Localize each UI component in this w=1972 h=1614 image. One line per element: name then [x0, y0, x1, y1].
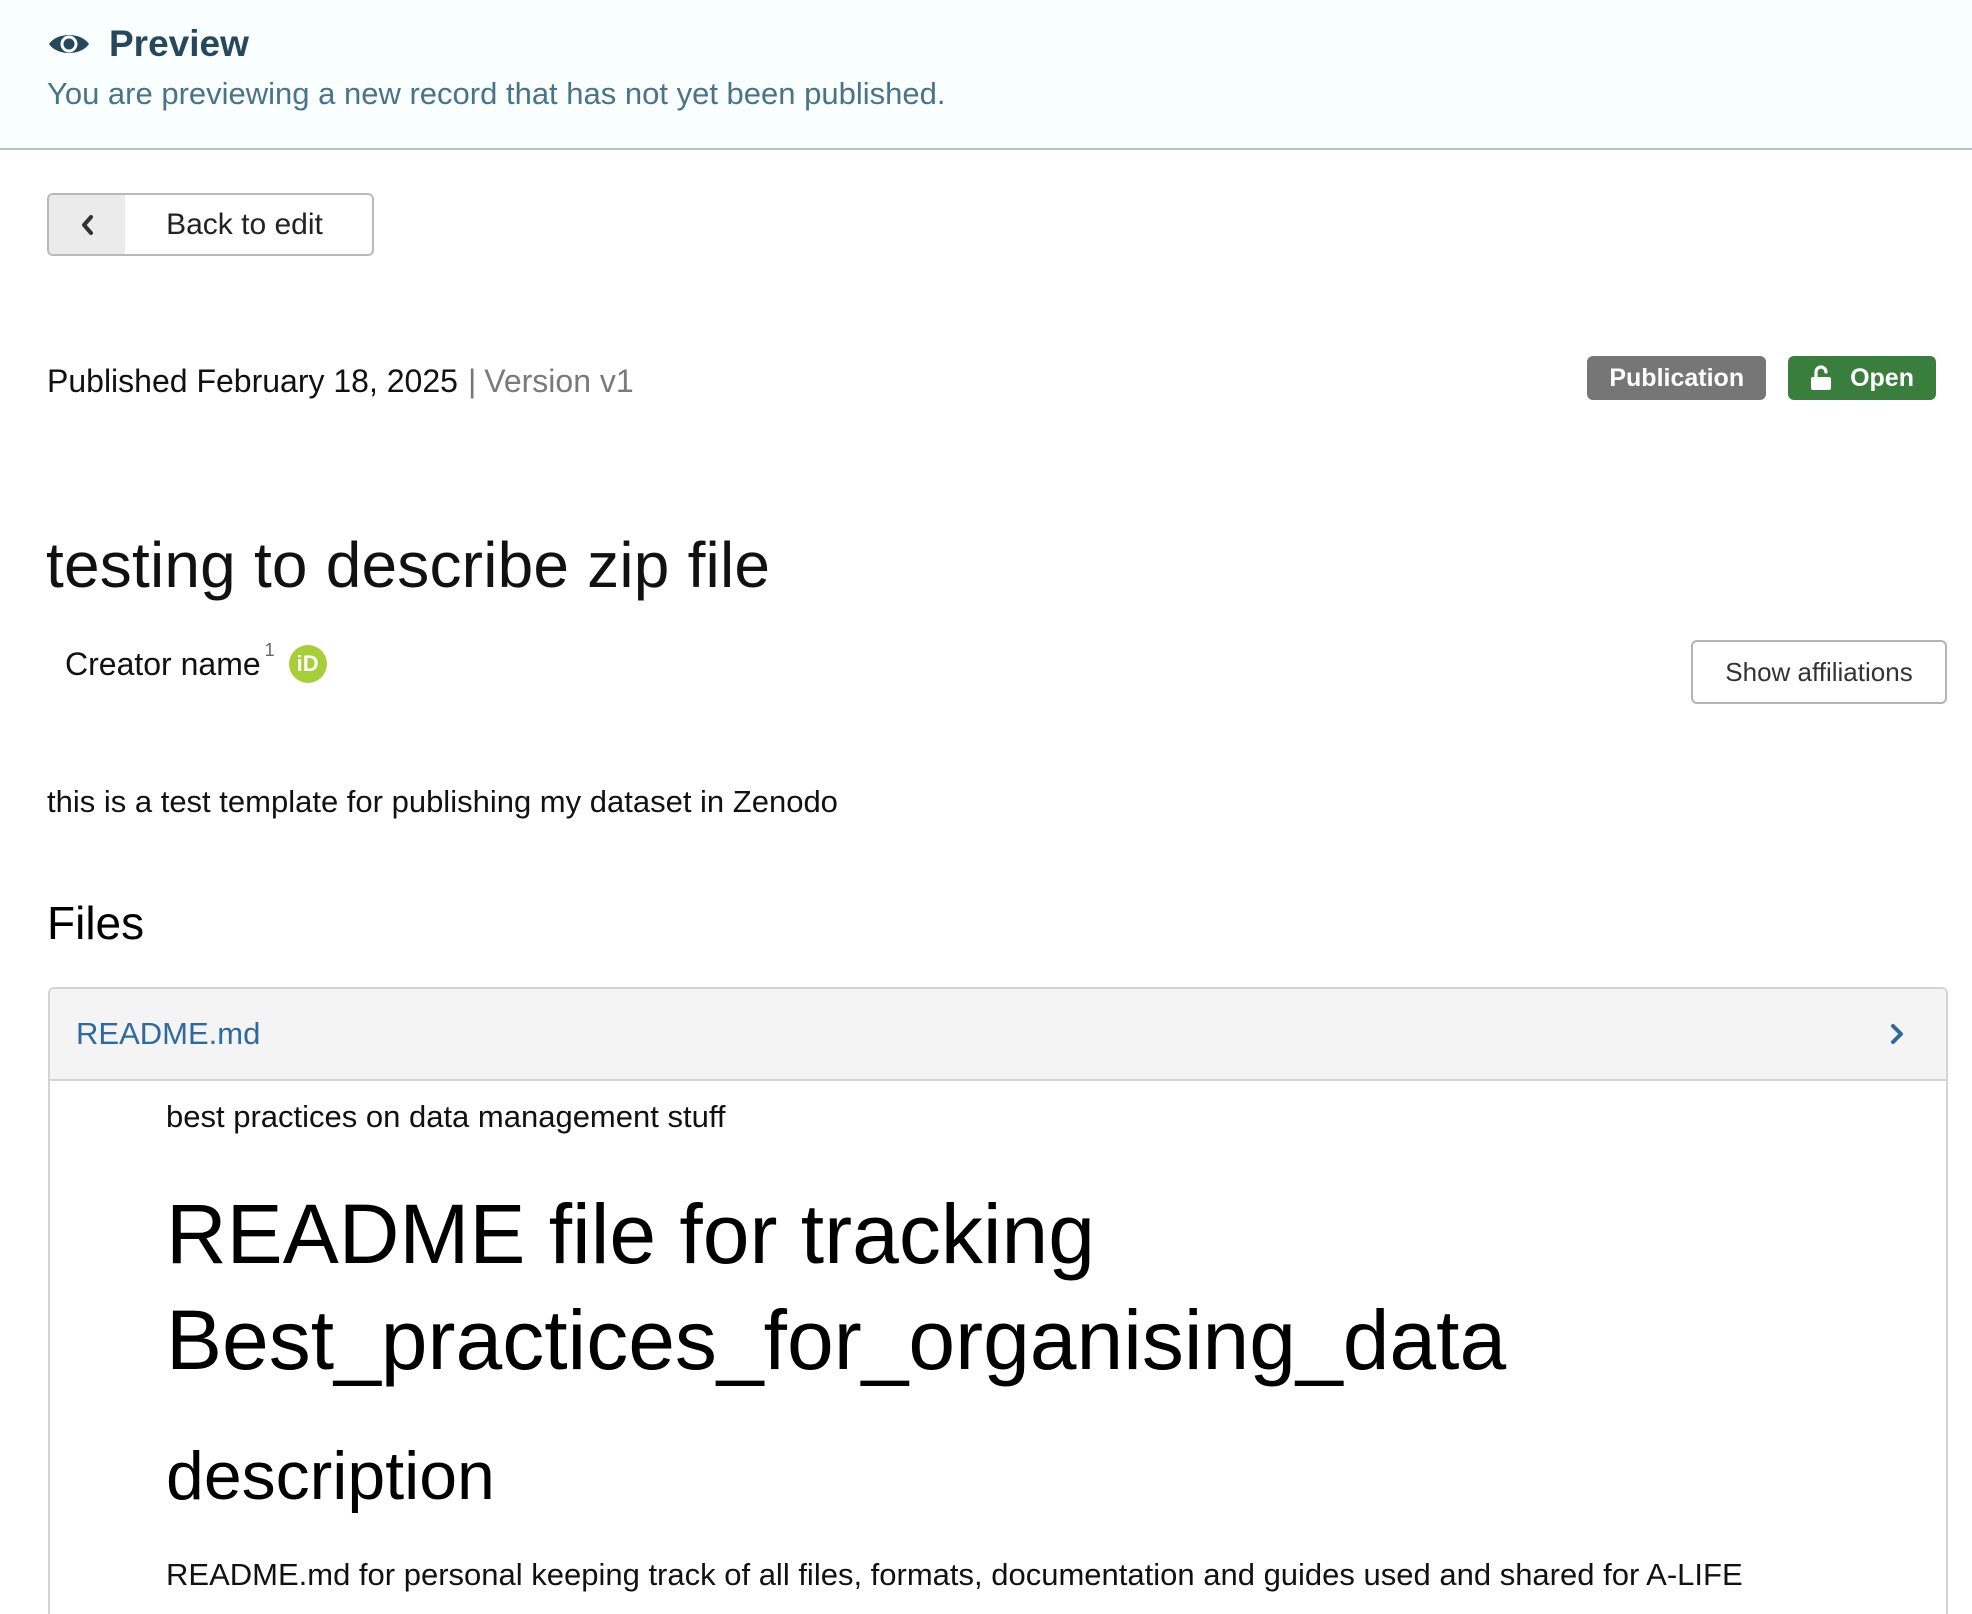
meta-separator: |: [467, 362, 477, 399]
files-heading: Files: [47, 897, 145, 949]
access-status-label: Open: [1850, 363, 1914, 392]
record-meta: Published February 18, 2025 | Version v1: [47, 358, 634, 404]
record-description: this is a test template for publishing m…: [47, 784, 838, 819]
version-label: Version v1: [484, 362, 634, 399]
back-to-edit-label: Back to edit: [166, 207, 323, 241]
access-status-badge: Open: [1788, 356, 1936, 400]
record-title: testing to describe zip file: [46, 529, 771, 601]
creator-name[interactable]: Creator name: [65, 646, 261, 683]
back-to-edit-button[interactable]: Back to edit: [47, 193, 374, 256]
file-preview-panel: README.md best practices on data managem…: [48, 987, 1948, 1614]
preview-page: Preview You are previewing a new record …: [0, 0, 1972, 1614]
readme-subheading: description: [166, 1438, 495, 1514]
resource-type-label: Publication: [1609, 363, 1745, 392]
lock-open-icon: [1811, 365, 1832, 390]
preview-banner: Preview You are previewing a new record …: [0, 0, 1972, 150]
file-name-link[interactable]: README.md: [76, 1016, 260, 1052]
creator-affiliation-ref: 1: [264, 639, 275, 660]
readme-intro-text: best practices on data management stuff: [166, 1099, 726, 1134]
record-badges: Publication Open: [1587, 356, 1936, 400]
orcid-icon-label: iD: [296, 651, 319, 676]
readme-heading: README file for tracking Best_practices_…: [166, 1187, 1507, 1387]
show-affiliations-button[interactable]: Show affiliations: [1691, 640, 1947, 704]
chevron-left-icon: [82, 214, 93, 235]
resource-type-badge: Publication: [1587, 356, 1767, 400]
readme-paragraph: README.md for personal keeping track of …: [166, 1557, 1743, 1592]
preview-banner-title-row: Preview: [47, 20, 249, 68]
orcid-icon[interactable]: iD: [288, 645, 327, 683]
published-date: Published February 18, 2025: [47, 362, 458, 399]
eye-icon: [49, 35, 89, 53]
preview-banner-description: You are previewing a new record that has…: [47, 76, 946, 111]
creators: Creator name 1 iD: [65, 640, 327, 688]
preview-banner-title: Preview: [109, 23, 249, 64]
back-button-icon-box: [49, 195, 125, 254]
chevron-right-icon[interactable]: [1888, 1021, 1906, 1047]
file-accordion-header[interactable]: README.md: [50, 989, 1946, 1081]
